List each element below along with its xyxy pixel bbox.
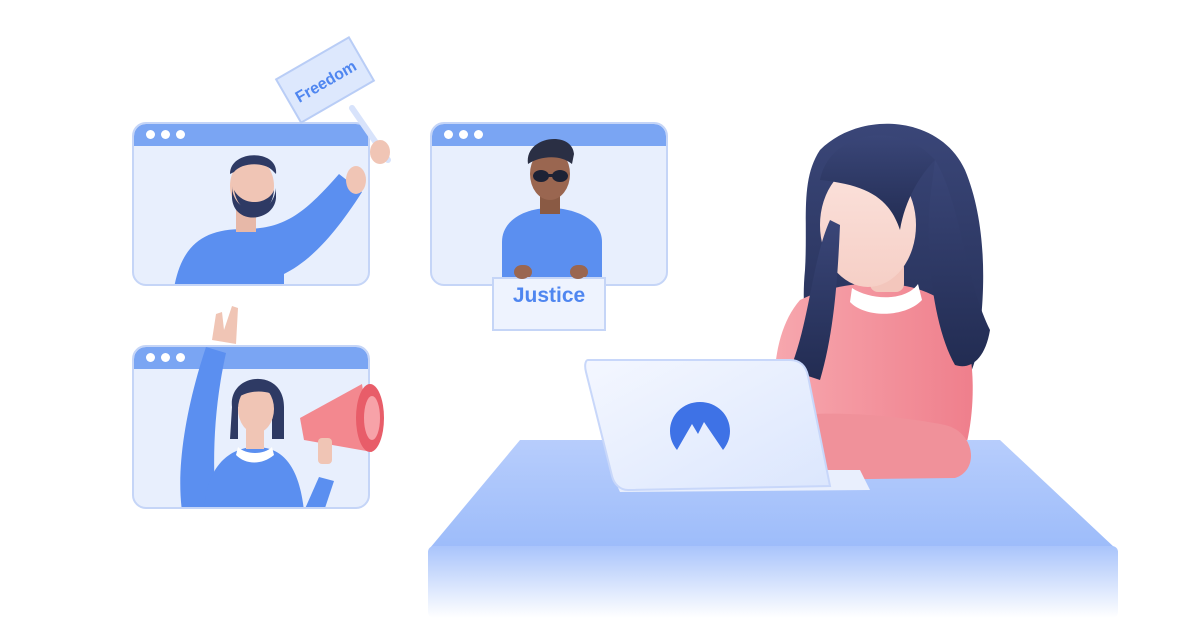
freedom-sign-text: Freedom — [293, 58, 360, 107]
video-window-man-freedom — [132, 122, 370, 286]
video-window-woman-megaphone — [132, 345, 370, 509]
woman-with-megaphone-figure — [180, 347, 334, 507]
freedom-sign: Freedom — [274, 35, 376, 125]
sunglasses-man-figure — [502, 139, 602, 284]
mountain-logo-icon — [670, 402, 730, 450]
video-window-man-justice — [430, 122, 668, 286]
illustration-scene: Freedom Justice — [0, 0, 1200, 628]
raised-hand — [212, 306, 238, 344]
bearded-man-figure — [174, 155, 366, 284]
hand — [370, 140, 390, 164]
desk — [428, 123, 1118, 618]
justice-sign-text: Justice — [512, 284, 586, 307]
props-overlay: Freedom — [212, 35, 606, 464]
